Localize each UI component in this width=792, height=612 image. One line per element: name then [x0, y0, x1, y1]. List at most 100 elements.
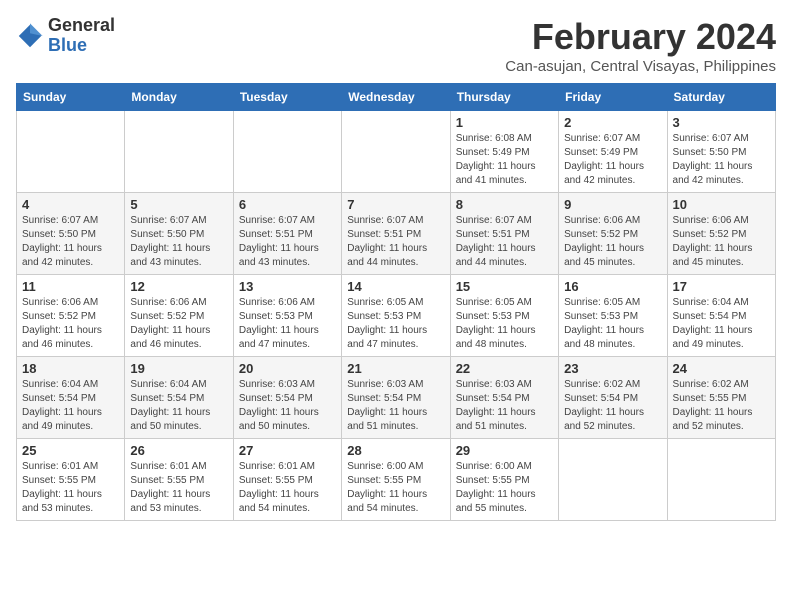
day-number: 25 [22, 443, 119, 458]
header: General Blue February 2024 Can-asujan, C… [16, 16, 776, 75]
calendar-cell [125, 111, 233, 193]
day-info: Sunrise: 6:00 AM Sunset: 5:55 PM Dayligh… [347, 460, 444, 516]
calendar-cell: 3 Sunrise: 6:07 AM Sunset: 5:50 PM Daylig… [667, 111, 775, 193]
calendar-cell: 23Sunrise: 6:02 AM Sunset: 5:54 PM Dayli… [559, 357, 667, 439]
week-row-2: 4 Sunrise: 6:07 AM Sunset: 5:50 PM Daylig… [17, 193, 776, 275]
month-year-title: February 2024 [505, 16, 776, 58]
calendar-cell: 15 Sunrise: 6:05 AM Sunset: 5:53 PM Dayli… [450, 275, 558, 357]
day-info: Sunrise: 6:06 AM Sunset: 5:52 PM Dayligh… [130, 296, 227, 352]
day-info: Sunrise: 6:04 AM Sunset: 5:54 PM Dayligh… [673, 296, 770, 352]
day-number: 10 [673, 197, 770, 212]
logo-blue-text: Blue [48, 36, 115, 56]
day-number: 19 [130, 361, 227, 376]
day-info: Sunrise: 6:07 AM Sunset: 5:50 PM Dayligh… [673, 132, 770, 188]
calendar-cell: 4 Sunrise: 6:07 AM Sunset: 5:50 PM Daylig… [17, 193, 125, 275]
weekday-header-sunday: Sunday [17, 84, 125, 111]
day-info: Sunrise: 6:04 AM Sunset: 5:54 PM Dayligh… [22, 378, 119, 434]
weekday-header-row: SundayMondayTuesdayWednesdayThursdayFrid… [17, 84, 776, 111]
weekday-header-monday: Monday [125, 84, 233, 111]
day-info: Sunrise: 6:05 AM Sunset: 5:53 PM Dayligh… [456, 296, 553, 352]
day-info: Sunrise: 6:01 AM Sunset: 5:55 PM Dayligh… [22, 460, 119, 516]
day-info: Sunrise: 6:07 AM Sunset: 5:50 PM Dayligh… [130, 214, 227, 270]
calendar-cell: 16 Sunrise: 6:05 AM Sunset: 5:53 PM Dayli… [559, 275, 667, 357]
day-number: 26 [130, 443, 227, 458]
calendar-cell: 20Sunrise: 6:03 AM Sunset: 5:54 PM Dayli… [233, 357, 341, 439]
location-text: Can-asujan, Central Visayas, Philippines [505, 58, 776, 75]
calendar-cell: 7 Sunrise: 6:07 AM Sunset: 5:51 PM Daylig… [342, 193, 450, 275]
calendar-cell [559, 439, 667, 521]
day-info: Sunrise: 6:02 AM Sunset: 5:54 PM Dayligh… [564, 378, 661, 434]
day-info: Sunrise: 6:06 AM Sunset: 5:53 PM Dayligh… [239, 296, 336, 352]
calendar-cell: 12Sunrise: 6:06 AM Sunset: 5:52 PM Dayli… [125, 275, 233, 357]
calendar-cell: 11 Sunrise: 6:06 AM Sunset: 5:52 PM Dayli… [17, 275, 125, 357]
week-row-5: 25 Sunrise: 6:01 AM Sunset: 5:55 PM Dayli… [17, 439, 776, 521]
day-info: Sunrise: 6:06 AM Sunset: 5:52 PM Dayligh… [22, 296, 119, 352]
day-number: 15 [456, 279, 553, 294]
calendar-cell: 5 Sunrise: 6:07 AM Sunset: 5:50 PM Daylig… [125, 193, 233, 275]
calendar-cell: 26Sunrise: 6:01 AM Sunset: 5:55 PM Dayli… [125, 439, 233, 521]
day-number: 18 [22, 361, 119, 376]
calendar-cell: 28 Sunrise: 6:00 AM Sunset: 5:55 PM Dayli… [342, 439, 450, 521]
day-info: Sunrise: 6:02 AM Sunset: 5:55 PM Dayligh… [673, 378, 770, 434]
day-number: 4 [22, 197, 119, 212]
calendar-cell: 21 Sunrise: 6:03 AM Sunset: 5:54 PM Dayli… [342, 357, 450, 439]
calendar-cell: 24 Sunrise: 6:02 AM Sunset: 5:55 PM Dayli… [667, 357, 775, 439]
title-section: February 2024 Can-asujan, Central Visaya… [505, 16, 776, 75]
calendar-cell: 19 Sunrise: 6:04 AM Sunset: 5:54 PM Dayli… [125, 357, 233, 439]
day-info: Sunrise: 6:07 AM Sunset: 5:49 PM Dayligh… [564, 132, 661, 188]
day-number: 21 [347, 361, 444, 376]
calendar-cell [17, 111, 125, 193]
day-number: 17 [673, 279, 770, 294]
calendar-cell: 8 Sunrise: 6:07 AM Sunset: 5:51 PM Daylig… [450, 193, 558, 275]
logo-general-text: General [48, 16, 115, 36]
day-info: Sunrise: 6:07 AM Sunset: 5:51 PM Dayligh… [347, 214, 444, 270]
day-number: 6 [239, 197, 336, 212]
logo-icon [16, 22, 44, 50]
calendar-cell [342, 111, 450, 193]
day-info: Sunrise: 6:05 AM Sunset: 5:53 PM Dayligh… [564, 296, 661, 352]
day-number: 11 [22, 279, 119, 294]
calendar-cell: 18 Sunrise: 6:04 AM Sunset: 5:54 PM Dayli… [17, 357, 125, 439]
day-info: Sunrise: 6:07 AM Sunset: 5:51 PM Dayligh… [456, 214, 553, 270]
day-number: 16 [564, 279, 661, 294]
calendar-body: 1 Sunrise: 6:08 AM Sunset: 5:49 PM Daylig… [17, 111, 776, 521]
day-info: Sunrise: 6:07 AM Sunset: 5:51 PM Dayligh… [239, 214, 336, 270]
logo: General Blue [16, 16, 115, 56]
calendar-cell: 17 Sunrise: 6:04 AM Sunset: 5:54 PM Dayli… [667, 275, 775, 357]
day-number: 8 [456, 197, 553, 212]
day-number: 3 [673, 115, 770, 130]
weekday-header-thursday: Thursday [450, 84, 558, 111]
calendar-cell: 14Sunrise: 6:05 AM Sunset: 5:53 PM Dayli… [342, 275, 450, 357]
day-number: 1 [456, 115, 553, 130]
day-number: 27 [239, 443, 336, 458]
day-number: 24 [673, 361, 770, 376]
day-number: 7 [347, 197, 444, 212]
day-number: 14 [347, 279, 444, 294]
day-number: 2 [564, 115, 661, 130]
day-number: 13 [239, 279, 336, 294]
day-number: 9 [564, 197, 661, 212]
week-row-4: 18 Sunrise: 6:04 AM Sunset: 5:54 PM Dayli… [17, 357, 776, 439]
calendar-cell: 2 Sunrise: 6:07 AM Sunset: 5:49 PM Daylig… [559, 111, 667, 193]
day-info: Sunrise: 6:08 AM Sunset: 5:49 PM Dayligh… [456, 132, 553, 188]
day-info: Sunrise: 6:04 AM Sunset: 5:54 PM Dayligh… [130, 378, 227, 434]
logo-text: General Blue [48, 16, 115, 56]
day-number: 20 [239, 361, 336, 376]
day-info: Sunrise: 6:06 AM Sunset: 5:52 PM Dayligh… [564, 214, 661, 270]
day-info: Sunrise: 6:03 AM Sunset: 5:54 PM Dayligh… [347, 378, 444, 434]
calendar-cell [233, 111, 341, 193]
calendar-cell: 1 Sunrise: 6:08 AM Sunset: 5:49 PM Daylig… [450, 111, 558, 193]
day-info: Sunrise: 6:07 AM Sunset: 5:50 PM Dayligh… [22, 214, 119, 270]
calendar-cell: 27Sunrise: 6:01 AM Sunset: 5:55 PM Dayli… [233, 439, 341, 521]
day-number: 22 [456, 361, 553, 376]
calendar-cell: 10Sunrise: 6:06 AM Sunset: 5:52 PM Dayli… [667, 193, 775, 275]
day-number: 29 [456, 443, 553, 458]
calendar-cell: 29Sunrise: 6:00 AM Sunset: 5:55 PM Dayli… [450, 439, 558, 521]
calendar-cell: 13 Sunrise: 6:06 AM Sunset: 5:53 PM Dayli… [233, 275, 341, 357]
day-number: 5 [130, 197, 227, 212]
day-number: 28 [347, 443, 444, 458]
calendar-cell: 25 Sunrise: 6:01 AM Sunset: 5:55 PM Dayli… [17, 439, 125, 521]
week-row-3: 11 Sunrise: 6:06 AM Sunset: 5:52 PM Dayli… [17, 275, 776, 357]
day-info: Sunrise: 6:03 AM Sunset: 5:54 PM Dayligh… [456, 378, 553, 434]
calendar-table: SundayMondayTuesdayWednesdayThursdayFrid… [16, 83, 776, 521]
